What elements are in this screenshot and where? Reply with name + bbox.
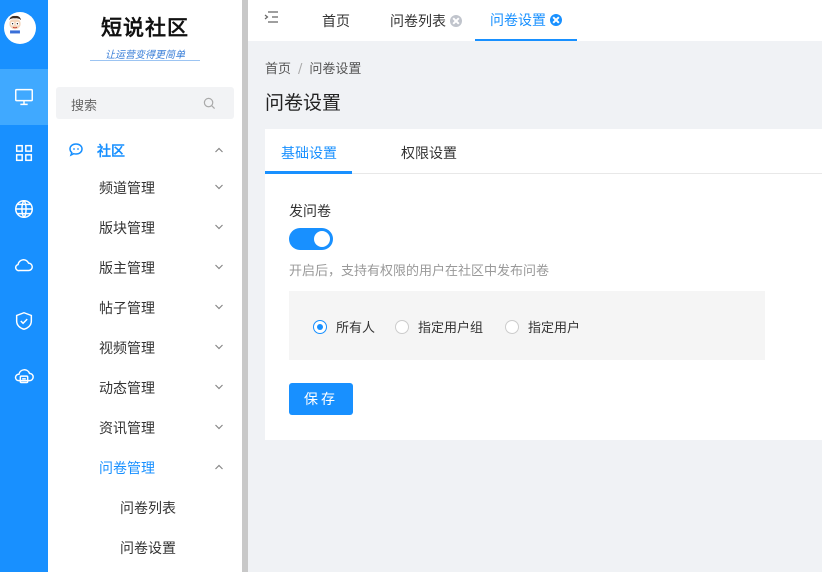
- tab-survey-list[interactable]: 问卷列表: [390, 0, 462, 41]
- sidebar-item-label: 动态管理: [99, 381, 155, 397]
- chevron-up-icon: [215, 147, 223, 153]
- sidebar-subitem-survey-list[interactable]: 问卷列表: [48, 487, 242, 527]
- radio-label: 指定用户: [528, 321, 581, 336]
- survey-toggle-switch[interactable]: [289, 228, 333, 250]
- settings-tabs: 基础设置 权限设置: [265, 129, 822, 174]
- radio-dot[interactable]: [505, 319, 519, 334]
- rail-item-apps[interactable]: [0, 125, 48, 181]
- sidebar-subitem-label: 问卷设置: [120, 541, 176, 557]
- sidebar-section-community[interactable]: 社区: [48, 134, 242, 166]
- sidebar-item-label: 版块管理: [99, 221, 155, 237]
- sidebar-item-posts[interactable]: 帖子管理: [48, 287, 242, 327]
- active-tab-indicator: [265, 171, 352, 174]
- brand-slogan: 让运营变得更简单: [105, 50, 185, 61]
- radio-label: 所有人: [336, 321, 376, 336]
- rail-item-globe[interactable]: [0, 181, 48, 237]
- rail-item-monitor[interactable]: [0, 69, 48, 125]
- sidebar-subitem-label: 问卷列表: [120, 501, 176, 517]
- sidebar-scrollbar[interactable]: [242, 0, 248, 572]
- close-icon[interactable]: [450, 14, 462, 27]
- chevron-down-icon: [215, 264, 223, 270]
- rail-item-cloud-server[interactable]: [0, 349, 48, 405]
- permission-radio-group: 所有人 指定用户组 指定用户: [289, 291, 765, 360]
- brand-logo: 短说社区 让运营变得更简单: [48, 0, 242, 70]
- radio-user-group[interactable]: 指定用户组: [395, 317, 483, 336]
- survey-toggle-hint: 开启后，支持有权限的用户在社区中发布问卷: [289, 264, 550, 279]
- search-placeholder: 搜索: [71, 99, 98, 114]
- radio-specific-user[interactable]: 指定用户: [505, 317, 580, 336]
- chevron-down-icon: [215, 384, 223, 390]
- radio-dot[interactable]: [313, 319, 327, 334]
- brand-title: 短说社区: [101, 15, 189, 40]
- tab-basic-settings[interactable]: 基础设置: [281, 143, 337, 163]
- sidebar-item-label: 视频管理: [99, 341, 155, 357]
- chevron-down-icon: [215, 184, 223, 190]
- switch-knob: [314, 231, 330, 247]
- chat-icon: [69, 143, 83, 157]
- breadcrumb-current: 问卷设置: [309, 62, 362, 77]
- sidebar-item-moderator[interactable]: 版主管理: [48, 247, 242, 287]
- sidebar-item-board[interactable]: 版块管理: [48, 207, 242, 247]
- save-button[interactable]: 保存: [289, 383, 353, 415]
- sidebar-item-news[interactable]: 资讯管理: [48, 407, 242, 447]
- rail-item-shield[interactable]: [0, 293, 48, 349]
- chevron-up-icon: [215, 464, 223, 470]
- chevron-down-icon: [215, 344, 223, 350]
- radio-dot[interactable]: [395, 319, 409, 334]
- tab-label: 问卷列表: [390, 13, 446, 30]
- breadcrumb: 首页 / 问卷设置: [265, 58, 361, 77]
- sidebar-item-survey[interactable]: 问卷管理: [48, 447, 242, 487]
- tab-label: 问卷设置: [490, 12, 546, 29]
- radio-everyone[interactable]: 所有人: [313, 317, 375, 336]
- sidebar-search[interactable]: 搜索: [56, 87, 234, 119]
- rail-item-cloud[interactable]: [0, 237, 48, 293]
- close-icon[interactable]: [550, 13, 562, 26]
- tab-bar: 首页 问卷列表 问卷设置: [248, 0, 822, 41]
- sidebar-section-label: 社区: [97, 144, 125, 160]
- sidebar-item-label: 频道管理: [99, 181, 155, 197]
- brand-underline: [90, 60, 200, 61]
- sidebar: 短说社区 让运营变得更简单 搜索 社区 频道管理 版块管理 版主管理 帖子管理 …: [48, 0, 242, 572]
- tab-permission-settings[interactable]: 权限设置: [401, 143, 457, 163]
- tab-label: 首页: [322, 13, 350, 30]
- settings-card: 基础设置 权限设置 发问卷 开启后，支持有权限的用户在社区中发布问卷 所有人 指…: [265, 129, 822, 440]
- monitor-icon: [15, 88, 33, 106]
- sidebar-item-video[interactable]: 视频管理: [48, 327, 242, 367]
- page-title: 问卷设置: [265, 92, 342, 114]
- chevron-down-icon: [215, 424, 223, 430]
- sidebar-subitem-survey-settings[interactable]: 问卷设置: [48, 527, 242, 567]
- apps-grid-icon: [15, 144, 33, 162]
- avatar[interactable]: [4, 12, 36, 44]
- cloud-icon: [14, 259, 33, 272]
- radio-label: 指定用户组: [418, 321, 484, 336]
- tab-home[interactable]: 首页: [322, 0, 350, 41]
- sidebar-item-label: 问卷管理: [99, 461, 155, 477]
- sidebar-item-label: 帖子管理: [99, 301, 155, 317]
- shield-check-icon: [15, 311, 33, 331]
- globe-icon: [15, 200, 33, 218]
- icon-rail: [0, 0, 48, 572]
- collapse-menu-icon[interactable]: [264, 10, 280, 24]
- sidebar-item-feed[interactable]: 动态管理: [48, 367, 242, 407]
- sidebar-item-label: 资讯管理: [99, 421, 155, 437]
- sidebar-item-channel[interactable]: 频道管理: [48, 167, 242, 207]
- breadcrumb-separator: /: [298, 62, 303, 77]
- survey-toggle-label: 发问卷: [289, 204, 331, 220]
- search-icon[interactable]: [203, 97, 216, 110]
- tab-survey-settings[interactable]: 问卷设置: [475, 0, 577, 41]
- cloud-server-icon: [14, 369, 34, 384]
- breadcrumb-home[interactable]: 首页: [265, 62, 291, 77]
- chevron-down-icon: [215, 304, 223, 310]
- chevron-down-icon: [215, 224, 223, 230]
- sidebar-item-label: 版主管理: [99, 261, 155, 277]
- avatar-image: [7, 14, 23, 35]
